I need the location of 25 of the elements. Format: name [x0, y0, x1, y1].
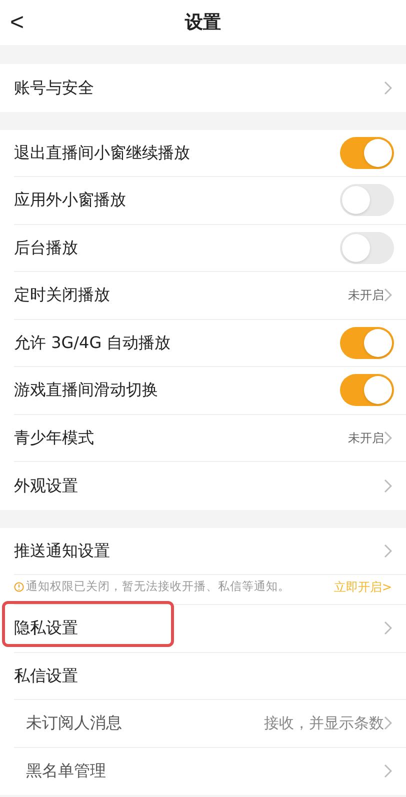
- info-icon: [14, 582, 24, 592]
- toggle-switch[interactable]: [340, 374, 394, 406]
- setting-label: 游戏直播间滑动切换: [14, 379, 159, 402]
- setting-label: 后台播放: [14, 236, 79, 259]
- setting-label[interactable]: 青少年模式: [14, 426, 348, 450]
- setting-label[interactable]: 外观设置: [14, 474, 384, 498]
- setting-value: 未开启: [348, 287, 384, 304]
- setting-label: 允许 3G/4G 自动播放: [14, 332, 172, 354]
- setting-label[interactable]: 黑名单管理: [14, 759, 384, 784]
- setting-label: 应用外小窗播放: [14, 189, 127, 212]
- back-button[interactable]: <: [10, 4, 24, 40]
- toggle-switch[interactable]: [340, 326, 394, 359]
- notice-text: 通知权限已关闭，暂无法接收开播、私信等通知。: [26, 578, 291, 595]
- toggle-switch[interactable]: [340, 184, 394, 216]
- setting-label[interactable]: 推送通知设置: [14, 538, 384, 563]
- page-title: 设置: [185, 11, 221, 35]
- setting-value: 未开启: [348, 430, 384, 447]
- toggle-switch[interactable]: [340, 136, 394, 169]
- toggle-switch[interactable]: [340, 232, 394, 264]
- setting-value: 接收，并显示条数: [264, 713, 384, 734]
- setting-label: 退出直播间小窗继续播放: [14, 142, 191, 164]
- setting-label[interactable]: 隐私设置: [14, 616, 384, 640]
- setting-label[interactable]: 私信设置: [14, 664, 392, 688]
- setting-label[interactable]: 定时关闭播放: [14, 283, 348, 308]
- setting-label[interactable]: 未订阅人消息: [14, 711, 264, 736]
